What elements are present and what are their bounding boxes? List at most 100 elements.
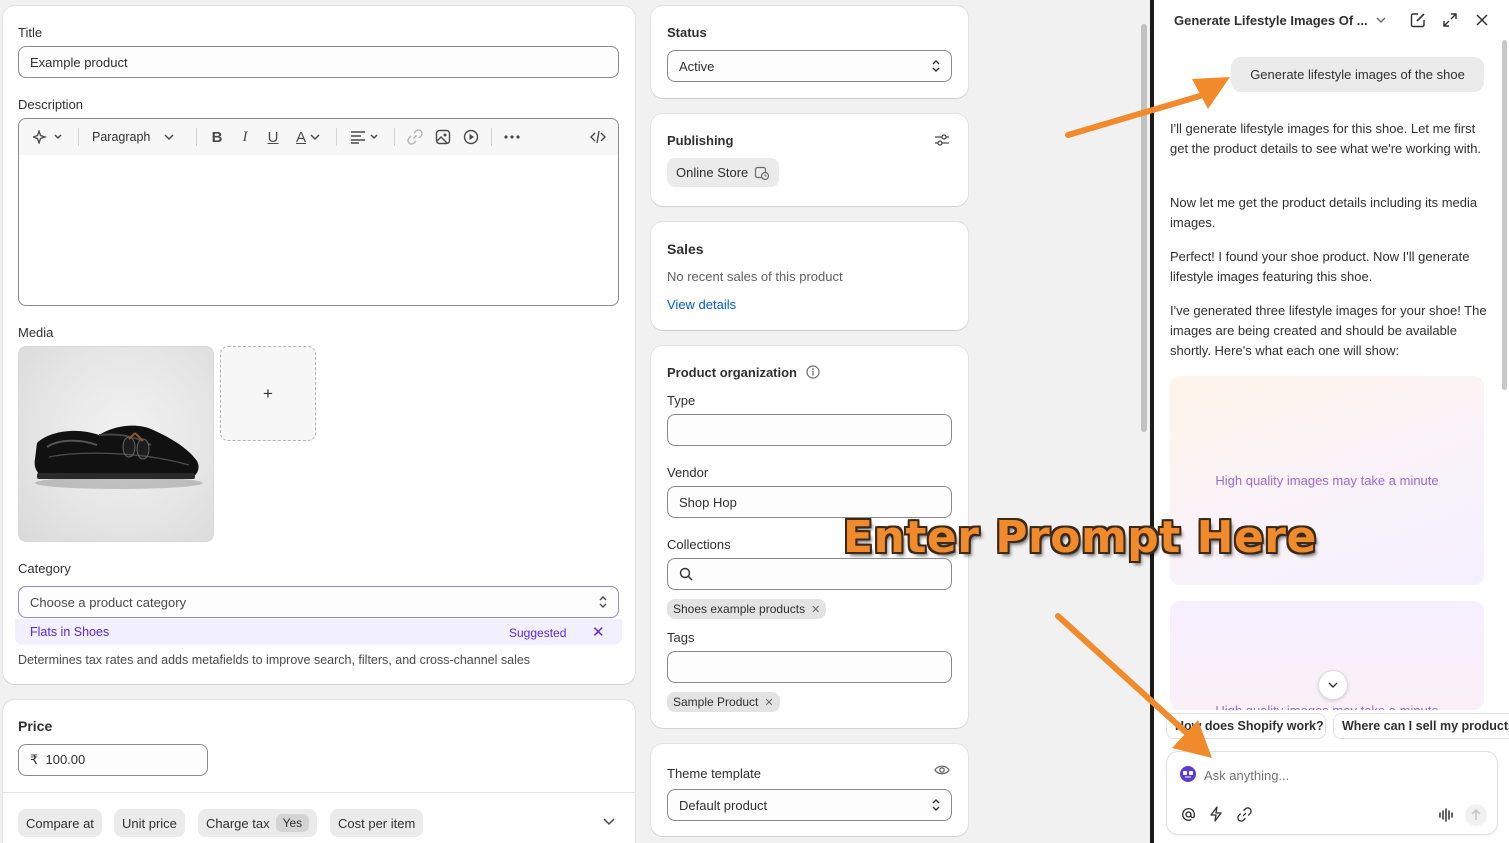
new-chat-icon[interactable] — [1410, 12, 1426, 28]
assistant-message: Now let me get the product details inclu… — [1170, 195, 1478, 230]
chevron-up-down-icon — [932, 799, 940, 811]
generating-text: High quality images may take a minute — [1215, 703, 1438, 710]
video-button[interactable] — [462, 128, 480, 146]
code-view-button[interactable] — [588, 128, 608, 146]
toolbar-divider — [336, 128, 337, 146]
mention-icon[interactable] — [1181, 807, 1196, 822]
online-store-badge[interactable]: Online Store — [667, 158, 780, 187]
toolbar-divider — [491, 128, 492, 146]
chevron-up-down-icon — [599, 596, 607, 608]
image-icon — [435, 129, 451, 145]
add-media-button[interactable]: + — [220, 346, 316, 441]
info-icon[interactable] — [806, 365, 820, 379]
bold-icon: B — [211, 128, 223, 146]
category-select[interactable]: Choose a product category — [18, 586, 619, 618]
description-label: Description — [18, 97, 84, 112]
annotation-arrow-bottom — [1055, 613, 1212, 758]
price-input[interactable]: ₹ 100.00 — [18, 744, 208, 776]
price-heading: Price — [18, 718, 53, 734]
expand-icon[interactable] — [1443, 13, 1457, 27]
settings-sliders-icon[interactable] — [934, 133, 950, 147]
suggestion-chip[interactable]: Where can I sell my products? — [1333, 713, 1509, 739]
online-store-label: Online Store — [676, 165, 749, 180]
align-left-icon — [351, 131, 378, 144]
text-color-button[interactable]: A — [292, 128, 324, 146]
assistant-message: Perfect! I found your shoe product. Now … — [1170, 249, 1470, 284]
send-button[interactable] — [1465, 804, 1487, 826]
sparkle-icon — [33, 130, 62, 144]
product-details-card — [3, 6, 635, 684]
lightning-icon[interactable] — [1209, 806, 1223, 822]
chevron-up-down-icon — [932, 60, 940, 72]
vendor-value: Shop Hop — [679, 494, 737, 510]
unit-price-button[interactable]: Unit price — [114, 809, 185, 837]
sales-text: No recent sales of this product — [667, 269, 843, 284]
tags-label: Tags — [667, 630, 695, 645]
unit-price-label: Unit price — [122, 815, 177, 831]
underline-button[interactable]: U — [264, 128, 282, 146]
bold-button[interactable]: B — [208, 128, 226, 146]
media-label: Media — [18, 325, 54, 340]
chat-title: Generate Lifestyle Images Of ... — [1174, 13, 1368, 28]
generating-text: High quality images may take a minute — [1215, 473, 1439, 488]
toolbar-divider — [78, 128, 79, 146]
remove-tag-icon[interactable]: ✕ — [764, 696, 773, 709]
chat-scrollbar[interactable] — [1502, 40, 1507, 390]
user-message: Generate lifestyle images of the shoe — [1250, 67, 1465, 82]
paragraph-label: Paragraph — [92, 130, 151, 144]
arrow-up-icon — [1471, 809, 1481, 820]
product-organization-heading: Product organization — [667, 365, 797, 380]
sidekick-icon — [1183, 771, 1193, 778]
assistant-message: I've generated three lifestyle images fo… — [1170, 303, 1487, 358]
close-icon[interactable] — [1476, 14, 1488, 26]
code-icon — [590, 130, 606, 144]
image-button[interactable] — [434, 128, 452, 146]
compare-at-label: Compare at — [26, 815, 94, 831]
scroll-to-bottom-button[interactable] — [1318, 670, 1348, 700]
theme-template-select[interactable]: Default product — [667, 789, 952, 821]
product-tag-label: Sample Product — [673, 695, 759, 709]
voice-input-icon[interactable] — [1438, 808, 1454, 822]
shoe-image — [34, 425, 203, 489]
category-help-text: Determines tax rates and adds metafields… — [18, 653, 531, 667]
description-editor[interactable] — [18, 118, 619, 306]
toolbar-divider — [394, 128, 395, 146]
more-button[interactable] — [502, 128, 522, 146]
magic-format-button[interactable] — [30, 128, 66, 146]
chevron-down-icon — [310, 134, 320, 141]
view-details-link[interactable]: View details — [667, 297, 736, 312]
vendor-label: Vendor — [667, 465, 709, 480]
product-tag[interactable]: Sample Product ✕ — [667, 692, 780, 712]
collection-tag[interactable]: Shoes example products ✕ — [667, 599, 827, 619]
eye-icon[interactable] — [934, 764, 950, 776]
type-label: Type — [667, 393, 696, 408]
price-value: ₹ 100.00 — [30, 752, 86, 767]
compare-at-button[interactable]: Compare at — [18, 809, 102, 837]
category-suggestion-row[interactable]: Flats in Shoes Suggested ✕ — [15, 619, 622, 645]
attachment-link-icon[interactable] — [1237, 807, 1252, 822]
product-image[interactable] — [18, 346, 214, 542]
chevron-down-icon — [1328, 682, 1338, 688]
chat-input[interactable] — [1204, 765, 1484, 785]
chevron-down-icon — [1376, 17, 1386, 23]
play-icon — [463, 129, 479, 145]
tags-input[interactable] — [667, 651, 952, 683]
paragraph-dropdown[interactable]: Paragraph — [92, 128, 184, 146]
suggestion-text: Where can I sell my products? — [1342, 719, 1509, 733]
remove-tag-icon[interactable]: ✕ — [811, 603, 820, 616]
title-input[interactable]: Example product — [18, 46, 619, 78]
link-button[interactable] — [406, 128, 424, 146]
charge-tax-button[interactable]: Charge tax Yes — [198, 809, 318, 837]
type-input[interactable] — [667, 414, 952, 446]
underline-icon: U — [267, 128, 279, 146]
chat-title-dropdown[interactable]: Generate Lifestyle Images Of ... — [1174, 13, 1386, 28]
title-label: Title — [18, 25, 43, 40]
align-button[interactable] — [348, 128, 382, 146]
chevron-down-icon[interactable] — [603, 818, 615, 826]
status-select[interactable]: Active — [667, 50, 952, 82]
italic-icon: I — [242, 128, 248, 145]
status-value: Active — [679, 58, 715, 74]
dismiss-suggestion-icon[interactable]: ✕ — [592, 623, 605, 641]
cost-per-item-button[interactable]: Cost per item — [330, 809, 424, 837]
italic-button[interactable]: I — [236, 128, 254, 146]
